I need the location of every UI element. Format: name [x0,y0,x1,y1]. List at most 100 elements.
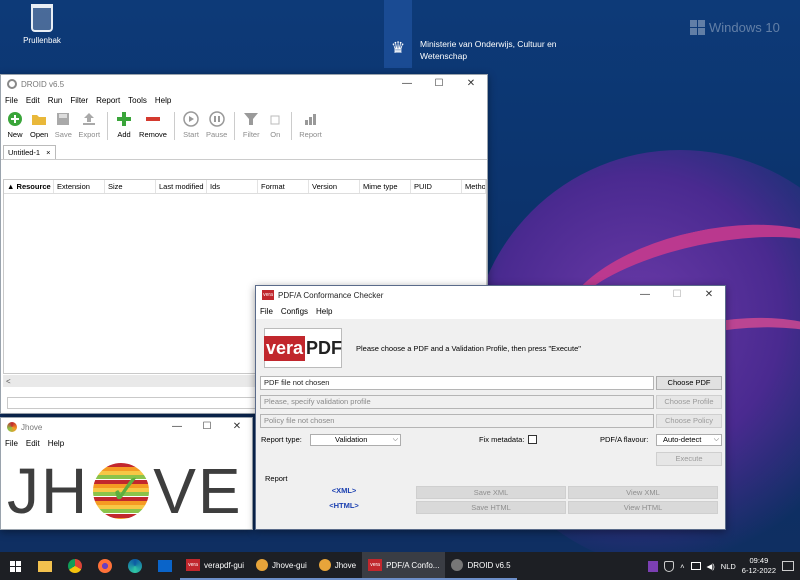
maximize-button[interactable]: ☐ [192,418,222,436]
clock[interactable]: 09:49 6-12-2022 [742,556,776,576]
firefox-button[interactable] [90,552,120,580]
column-header-last-modified[interactable]: Last modified [156,180,207,193]
jhove-app-icon [7,422,17,432]
chevron-down-icon: ⌵ [713,436,719,443]
minimize-button[interactable]: — [391,75,423,93]
choose-profile-button[interactable]: Choose Profile [656,395,722,409]
start-button[interactable] [0,552,30,580]
chrome-icon [68,559,82,573]
view-xml-button[interactable]: View XML [568,486,718,499]
droid-titlebar[interactable]: DROID v6.5 — ☐ ✕ [1,75,487,93]
column-header-size[interactable]: Size [105,180,156,193]
taskbar-item-jhove-gui[interactable]: Jhove-gui [250,552,313,580]
filter-on-toggle[interactable]: On [263,110,287,139]
volume-icon[interactable]: ◀) [707,562,715,571]
jhove-titlebar[interactable]: Jhove — ☐ ✕ [1,418,252,436]
html-report-link[interactable]: <HTML> [314,501,374,510]
report-type-label: Report type: [261,435,302,444]
save-button[interactable]: Save [51,110,75,139]
pdfa-flavour-select[interactable]: Auto-detect ⌵ [656,434,722,446]
notifications-icon[interactable] [782,561,794,571]
xml-report-link[interactable]: <XML> [314,486,374,495]
chevron-up-icon[interactable]: ˄ [680,562,684,571]
system-tray: ˄ ◀) NLD 09:49 6-12-2022 [648,556,800,576]
edge-button[interactable] [120,552,150,580]
menu-edit[interactable]: Edit [26,96,40,105]
recycle-bin-shortcut[interactable]: Prullenbak [18,4,66,45]
verapdf-logo-pdf: PDF [306,337,343,358]
new-button[interactable]: New [3,110,27,139]
toolbar-separator [173,112,175,140]
new-icon [6,110,24,128]
taskbar-item-pdfa-checker[interactable]: vera PDF/A Confo... [362,552,446,580]
policy-row: Policy file not chosen Choose Policy [260,414,722,428]
maximize-button[interactable]: ☐ [661,286,693,304]
save-xml-button[interactable]: Save XML [416,486,566,499]
maximize-button[interactable]: ☐ [423,75,455,93]
fix-metadata-label: Fix metadata: [479,435,525,444]
menu-report[interactable]: Report [96,96,120,105]
taskbar-item-droid[interactable]: DROID v6.5 [445,552,517,580]
filter-label: Filter [242,130,260,139]
filter-button[interactable]: Filter [239,110,263,139]
language-indicator[interactable]: NLD [721,562,736,571]
view-html-button[interactable]: View HTML [568,501,718,514]
start-button[interactable]: Start [179,110,203,139]
report-type-select[interactable]: Validation ⌵ [310,434,401,446]
column-header-version[interactable]: Version [309,180,360,193]
choose-policy-button[interactable]: Choose Policy [656,414,722,428]
menu-help[interactable]: Help [155,96,171,105]
menu-run[interactable]: Run [48,96,63,105]
ministry-line-2: Wetenschap [420,51,468,61]
network-icon[interactable] [690,562,701,570]
close-button[interactable]: ✕ [455,75,487,93]
minimize-button[interactable]: — [162,418,192,436]
outlook-button[interactable] [150,552,180,580]
column-header-puid[interactable]: PUID [411,180,462,193]
close-button[interactable]: ✕ [693,286,725,304]
column-header-ids[interactable]: Ids [207,180,258,193]
menu-help[interactable]: Help [48,439,64,448]
tab-label: Untitled-1 [8,148,41,157]
add-button[interactable]: Add [112,110,136,139]
menu-filter[interactable]: Filter [70,96,88,105]
column-header-mime-type[interactable]: Mime type [360,180,411,193]
column-header-extension[interactable]: Extension [54,180,105,193]
report-icon [302,110,320,128]
menu-help[interactable]: Help [316,307,332,316]
report-section-label: Report [265,474,288,483]
scroll-left-icon[interactable]: < [6,377,11,386]
onenote-icon[interactable] [648,560,659,572]
menu-file[interactable]: File [5,96,18,105]
remove-label: Remove [139,130,167,139]
remove-button[interactable]: Remove [136,110,170,139]
chrome-button[interactable] [60,552,90,580]
taskbar-item-jhove[interactable]: Jhove [312,552,363,580]
choose-pdf-button[interactable]: Choose PDF [656,376,722,390]
report-button[interactable]: Report [296,110,325,139]
taskbar-item-verapdf-gui[interactable]: vera verapdf-gui [180,552,251,580]
close-button[interactable]: ✕ [222,418,252,436]
minimize-button[interactable]: — [629,286,661,304]
options-row: Report type: Validation ⌵ Fix metadata: … [260,433,722,447]
save-html-button[interactable]: Save HTML [416,501,566,514]
fix-metadata-checkbox[interactable] [528,435,537,444]
menu-configs[interactable]: Configs [281,307,308,316]
tab-close-icon[interactable]: × [46,148,50,157]
column-header-resource[interactable]: ▲ Resource [4,180,54,193]
menu-tools[interactable]: Tools [128,96,147,105]
open-button[interactable]: Open [27,110,51,139]
security-shield-icon[interactable] [664,560,675,572]
file-explorer-button[interactable] [30,552,60,580]
export-button[interactable]: Export [75,110,103,139]
ministry-name: Ministerie van Onderwijs, Cultuur en Wet… [420,38,557,62]
menu-file[interactable]: File [260,307,273,316]
menu-edit[interactable]: Edit [26,439,40,448]
column-header-method[interactable]: Method [462,180,486,193]
menu-file[interactable]: File [5,439,18,448]
execute-button[interactable]: Execute [656,452,722,466]
verapdf-titlebar[interactable]: vera PDF/A Conformance Checker — ☐ ✕ [256,286,725,304]
pause-button[interactable]: Pause [203,110,230,139]
column-header-format[interactable]: Format [258,180,309,193]
tab-untitled-1[interactable]: Untitled-1 × [3,145,56,159]
